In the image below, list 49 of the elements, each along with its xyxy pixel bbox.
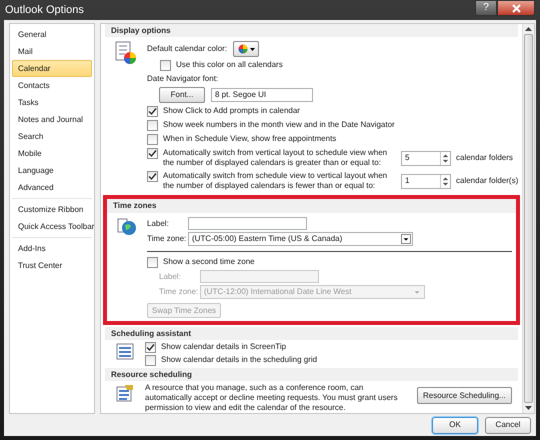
spinner-value: 5 bbox=[404, 153, 410, 163]
sidebar-item[interactable]: Language bbox=[12, 162, 92, 179]
unit-label: calendar folder(s) bbox=[456, 176, 518, 186]
dropdown-value: (UTC-12:00) International Date Line West bbox=[204, 287, 352, 297]
checkbox-label: Automatically switch from vertical layout to schedule view when the number of displayed calendars is greater than or equal to: bbox=[163, 148, 388, 168]
resource-scheduling-button[interactable]: Resource Scheduling... bbox=[417, 387, 512, 404]
sidebar-item[interactable]: Add-Ins bbox=[12, 240, 92, 257]
sidebar-item[interactable]: Mail bbox=[12, 43, 92, 60]
section-header: Scheduling assistant bbox=[111, 328, 192, 338]
sidebar-item[interactable]: Quick Access Toolbar bbox=[12, 218, 92, 235]
sidebar-item[interactable]: Calendar bbox=[12, 60, 92, 77]
cancel-button[interactable]: Cancel bbox=[485, 416, 531, 434]
font-field[interactable]: 8 pt. Segoe UI bbox=[211, 88, 313, 102]
window-title: Outlook Options bbox=[5, 5, 84, 15]
field-label: Date Navigator font: bbox=[147, 74, 220, 84]
resource-description: A resource that you manage, such as a conference room, can automatically accept or decline meeting requests. You must grant users permission to view and edit the calendar of the resource. bbox=[145, 383, 399, 413]
checkbox-label: Use this color on all calendars bbox=[176, 60, 283, 70]
sidebar-item[interactable]: Trust Center bbox=[12, 257, 92, 274]
help-button[interactable]: ? bbox=[475, 0, 497, 16]
checkbox-label: Show calendar details in the scheduling grid bbox=[161, 355, 318, 365]
sidebar-item[interactable]: Customize Ribbon bbox=[12, 201, 92, 218]
checkbox-label: When in Schedule View, show free appointments bbox=[163, 134, 336, 144]
checkbox-label: Show a second time zone bbox=[163, 257, 255, 267]
section-header: Resource scheduling bbox=[111, 370, 192, 380]
sidebar-item[interactable]: Notes and Journal bbox=[12, 111, 92, 128]
field-label: Label: bbox=[159, 272, 182, 282]
checkbox-label: Show calendar details in ScreenTip bbox=[161, 342, 286, 352]
spinner-value: 1 bbox=[404, 176, 410, 186]
field-label: Time zone: bbox=[159, 287, 200, 297]
field-label: Default calendar color: bbox=[147, 44, 228, 54]
section-header: Time zones bbox=[113, 201, 156, 211]
dropdown-value: (UTC-05:00) Eastern Time (US & Canada) bbox=[192, 234, 344, 244]
sidebar-item[interactable]: Mobile bbox=[12, 145, 92, 162]
section-header: Display options bbox=[111, 26, 171, 36]
number-spinner[interactable]: 1 bbox=[401, 174, 451, 188]
ok-button[interactable]: OK bbox=[432, 416, 478, 434]
font-button[interactable]: Font... bbox=[159, 87, 205, 103]
sidebar-item[interactable]: Tasks bbox=[12, 94, 92, 111]
field-label: Label: bbox=[147, 218, 170, 228]
sidebar-item[interactable]: Advanced bbox=[12, 179, 92, 196]
field-label: Time zone: bbox=[147, 234, 188, 244]
number-spinner[interactable]: 5 bbox=[401, 150, 451, 166]
checkbox-label: Automatically switch from schedule view to vertical layout when the number of displayed calendars is fewer than or equal to: bbox=[163, 171, 388, 191]
sidebar-item[interactable]: Search bbox=[12, 128, 92, 145]
sidebar-item[interactable]: Contacts bbox=[12, 77, 92, 94]
sidebar-item[interactable]: General bbox=[12, 26, 92, 43]
checkbox-label: Show Click to Add prompts in calendar bbox=[163, 106, 300, 116]
unit-label: calendar folders bbox=[456, 153, 513, 163]
checkbox-label: Show week numbers in the month view and in the Date Navigator bbox=[163, 120, 395, 130]
